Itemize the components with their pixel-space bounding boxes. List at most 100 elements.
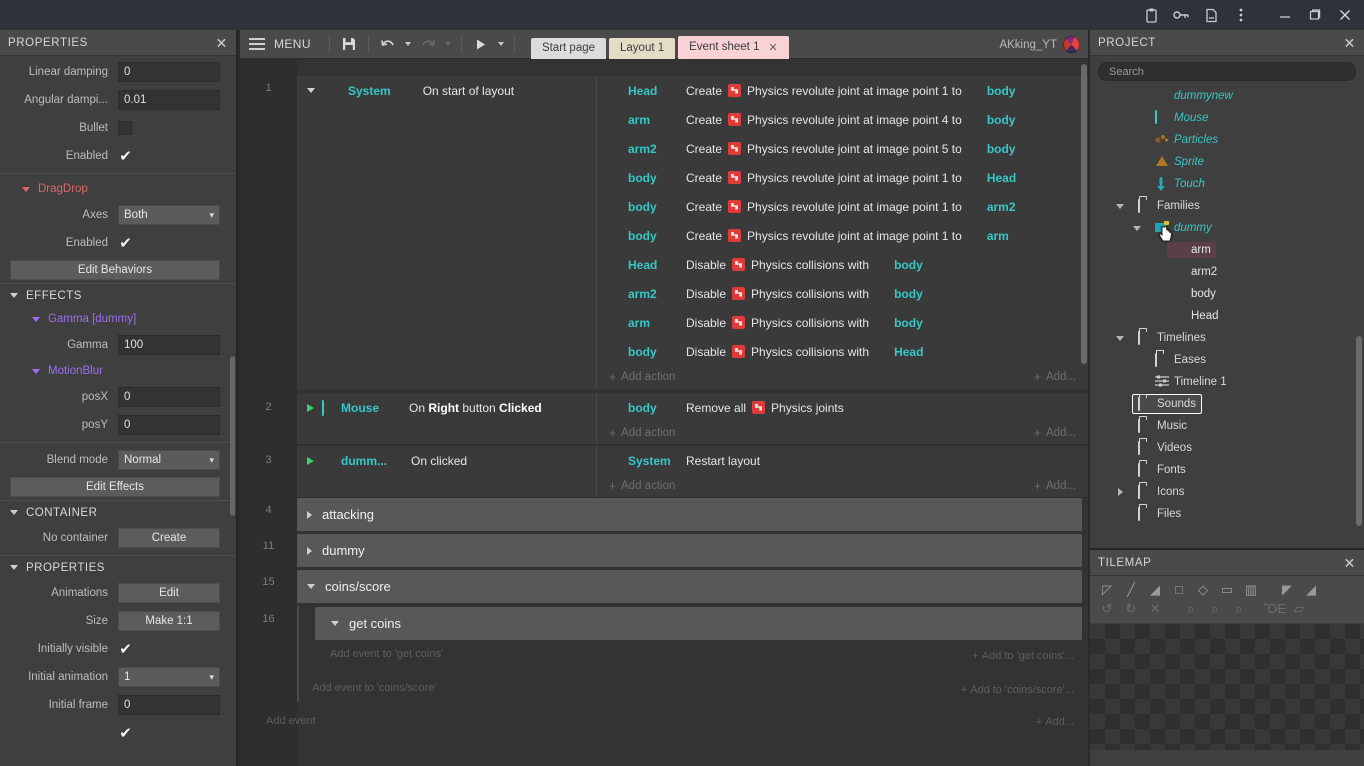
tree-item-arm[interactable]: arm [1090,239,1364,261]
initial-frame-input[interactable]: 0 [118,695,220,715]
add-button[interactable]: + Add... [1034,366,1088,388]
edit-animations-button[interactable]: Edit [118,583,220,603]
flip-vertical-icon[interactable]: ◢ [1300,581,1322,599]
undo-dropdown-caret[interactable] [401,32,415,57]
add-button[interactable]: + Add... [1034,422,1088,444]
clear-icon[interactable]: ✕ [1144,600,1166,618]
chevron-down-icon[interactable] [331,621,339,626]
add-event-to-coins-score[interactable]: Add event to 'coins/score' [312,682,437,694]
bullet-checkbox[interactable] [118,121,132,135]
tree-item-touch[interactable]: Touch [1090,173,1364,195]
key-icon[interactable] [1166,0,1196,30]
event-sheet-scrollbar[interactable] [1081,64,1087,364]
linear-damping-input[interactable]: 0 [118,62,220,82]
zoom-in-icon[interactable]: ⌕ [1204,600,1226,618]
action-row[interactable]: arm2 Create Physics revolute joint at im… [597,134,1088,163]
tree-item-icons[interactable]: Icons [1090,481,1364,503]
action-row[interactable]: Head Create Physics revolute joint at im… [597,76,1088,105]
posx-input[interactable]: 0 [118,387,220,407]
zoom-reset-icon[interactable]: ⌕ [1228,600,1250,618]
open-tilemap-icon[interactable]: ▱ [1288,600,1310,618]
edit-effects-button[interactable]: Edit Effects [10,477,220,497]
group-attacking[interactable]: attacking [297,498,1082,531]
effects-section-header[interactable]: EFFECTS [0,283,236,307]
close-button[interactable] [1330,0,1360,30]
action-row[interactable]: System Restart layout [597,446,1088,475]
close-icon[interactable]: ✕ [1344,556,1356,570]
tree-item-particles[interactable]: Particles [1090,129,1364,151]
group-coins-score[interactable]: coins/score [297,570,1082,603]
chevron-right-icon[interactable] [307,510,312,519]
maximize-button[interactable] [1300,0,1330,30]
more-options-icon[interactable] [1226,0,1256,30]
container-section-header[interactable]: CONTAINER [0,500,236,524]
chevron-right-icon[interactable] [1113,488,1127,496]
chevron-down-icon[interactable] [22,186,30,192]
tab-event-sheet-1[interactable]: Event sheet 1 ✕ [678,35,789,59]
tree-item-head[interactable]: Head [1090,305,1364,327]
select-icon[interactable]: ▭ [1216,581,1238,599]
tile-select-icon[interactable]: ◸ [1096,581,1118,599]
chevron-down-icon[interactable] [1113,203,1127,209]
initial-animation-select[interactable]: 1 ▾ [118,667,220,687]
initially-visible-checkbox[interactable]: ✔ [118,642,133,657]
condition-row[interactable]: dumm... On clicked [297,446,596,475]
action-row[interactable]: body Remove all Physics joints [597,393,1088,422]
flip-horizontal-icon[interactable]: ◤ [1276,581,1298,599]
action-row[interactable]: Head Disable Physics collisions with bod… [597,250,1088,279]
action-row[interactable]: body Create Physics revolute joint at im… [597,163,1088,192]
action-row[interactable]: arm Disable Physics collisions with body [597,308,1088,337]
menu-button[interactable]: MENU [274,37,323,51]
posy-input[interactable]: 0 [118,415,220,435]
add-to-coins-score[interactable]: + Add to 'coins/score'... [961,684,1074,696]
tree-item-eases[interactable]: Eases [1090,349,1364,371]
rotate-ccw-icon[interactable]: ↺ [1096,600,1118,618]
chevron-down-icon[interactable] [32,316,40,322]
partial-checkbox[interactable]: ✔ [118,726,133,741]
dragdrop-enabled-checkbox[interactable]: ✔ [118,236,133,251]
eraser-icon[interactable]: ◢ [1144,581,1166,599]
undo-icon[interactable] [375,32,401,57]
project-scrollbar[interactable] [1356,336,1362,526]
clipboard-icon[interactable] [1136,0,1166,30]
avatar[interactable] [1063,36,1080,53]
gamma-input[interactable]: 100 [118,335,220,355]
effect-motionblur-header[interactable]: MotionBlur [0,359,236,383]
close-icon[interactable]: ✕ [768,41,777,54]
preview-dropdown-caret[interactable] [494,32,508,57]
group-dummy[interactable]: dummy [297,534,1082,567]
tree-item-fonts[interactable]: Fonts [1090,459,1364,481]
chevron-down-icon[interactable] [10,293,18,298]
axes-select[interactable]: Both ▾ [118,205,220,225]
tree-item-mouse[interactable]: Mouse [1090,107,1364,129]
chevron-right-icon[interactable] [307,546,312,555]
condition-row[interactable]: Mouse On Right button Clicked [297,393,596,422]
tree-item-arm2[interactable]: arm2 [1090,261,1364,283]
blend-mode-select[interactable]: Normal ▾ [118,450,220,470]
make-one-to-one-button[interactable]: Make 1:1 [118,611,220,631]
add-to-get-coins[interactable]: + Add to 'get coins'... [972,650,1074,662]
action-row[interactable]: arm2 Disable Physics collisions with bod… [597,279,1088,308]
save-tilemap-icon[interactable]: ὋE [1264,600,1286,618]
add-button[interactable]: + Add... [1036,716,1074,728]
minimize-button[interactable] [1270,0,1300,30]
behavior-dragdrop-header[interactable]: DragDrop [0,177,236,201]
chevron-down-icon[interactable] [10,510,18,515]
tree-item-music[interactable]: Music [1090,415,1364,437]
chevron-down-icon[interactable] [307,88,315,93]
rotate-cw-icon[interactable]: ↻ [1120,600,1142,618]
tab-start-page[interactable]: Start page [530,37,607,59]
play-icon[interactable] [468,32,494,57]
pencil-icon[interactable]: ╱ [1120,581,1142,599]
chevron-down-icon[interactable] [307,584,315,589]
edit-behaviors-button[interactable]: Edit Behaviors [10,260,220,280]
redo-icon[interactable] [415,32,441,57]
tree-item-timeline-1[interactable]: Timeline 1 [1090,371,1364,393]
tree-item-families[interactable]: Families [1090,195,1364,217]
hamburger-menu-icon[interactable] [240,30,274,59]
tile-edit-icon[interactable]: ▥ [1240,581,1262,599]
add-action-button[interactable]: + Add action [597,422,675,444]
redo-dropdown-caret[interactable] [441,32,455,57]
zoom-out-icon[interactable]: ⌕ [1180,600,1202,618]
add-button[interactable]: + Add... [1034,475,1088,497]
